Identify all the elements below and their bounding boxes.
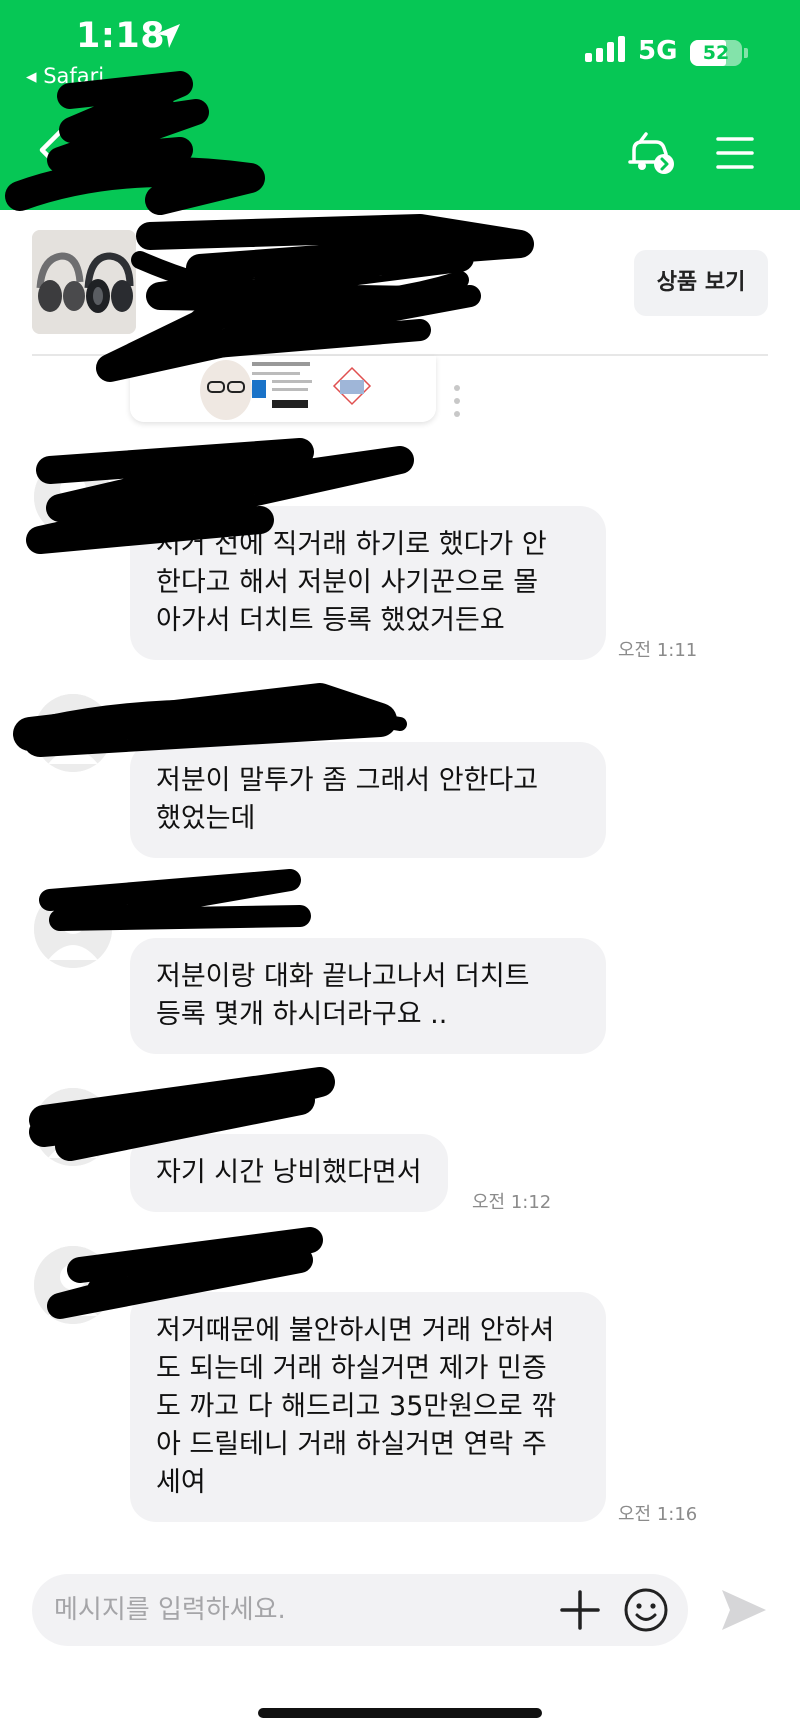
battery-level: 52: [702, 42, 730, 64]
send-icon[interactable]: [718, 1584, 770, 1636]
avatar[interactable]: [34, 1088, 112, 1166]
ad-banner-artwork: [130, 356, 436, 422]
chevron-left-icon[interactable]: [36, 128, 64, 172]
product-info-bar: 상품 보기: [0, 210, 800, 356]
plus-icon[interactable]: [556, 1586, 604, 1634]
battery-tip: [744, 48, 748, 58]
hamburger-menu-icon[interactable]: [716, 136, 754, 170]
default-avatar-icon: [34, 1088, 112, 1166]
status-time: 1:18: [76, 16, 166, 56]
message-time: 오전 1:12: [472, 1192, 552, 1213]
car-icon[interactable]: [626, 132, 678, 176]
avatar[interactable]: [34, 458, 112, 536]
network-type: 5G: [638, 36, 678, 66]
message-bubble: 저분이 말투가 좀 그래서 안한다고 했었는데: [130, 742, 606, 858]
chat-header: 1:18 ◂ Safari 5G 52: [0, 0, 800, 210]
message-bubble: 저분이랑 대화 끝나고나서 더치트 등록 몇개 하시더라구요 ..: [130, 938, 606, 1054]
ad-banner[interactable]: [130, 356, 436, 422]
product-thumbnail[interactable]: [32, 230, 136, 334]
location-arrow-icon: [156, 24, 180, 48]
avatar[interactable]: [34, 1246, 112, 1324]
default-avatar-icon: [34, 1246, 112, 1324]
signal-bars-icon: [585, 36, 625, 62]
message-bubble: 저거 전에 직거래 하기로 했다가 안 한다고 해서 저분이 사기꾼으로 몰 아…: [130, 506, 606, 660]
chat-screen: 1:18 ◂ Safari 5G 52 상품 보기 저거 전에 직거래 하기로 …: [0, 0, 800, 1731]
default-avatar-icon: [34, 458, 112, 536]
message-bubble: 저거때문에 불안하시면 거래 안하셔 도 되는데 거래 하실거면 제가 민증 도…: [130, 1292, 606, 1522]
message-bubble: 자기 시간 낭비했다면서: [130, 1134, 448, 1212]
home-indicator[interactable]: [258, 1708, 542, 1718]
battery-icon: 52: [690, 40, 742, 66]
message-composer: [32, 1574, 688, 1646]
default-avatar-icon: [34, 694, 112, 772]
avatar[interactable]: [34, 694, 112, 772]
default-avatar-icon: [34, 890, 112, 968]
view-product-button[interactable]: 상품 보기: [634, 250, 768, 316]
smiley-icon[interactable]: [622, 1586, 670, 1634]
message-input[interactable]: [54, 1574, 534, 1646]
headphones-photo: [32, 230, 136, 334]
message-time: 오전 1:11: [618, 640, 698, 661]
back-to-safari-link[interactable]: ◂ Safari: [26, 64, 104, 88]
vertical-dots-icon[interactable]: [452, 384, 462, 418]
message-time: 오전 1:16: [618, 1504, 698, 1525]
avatar[interactable]: [34, 890, 112, 968]
